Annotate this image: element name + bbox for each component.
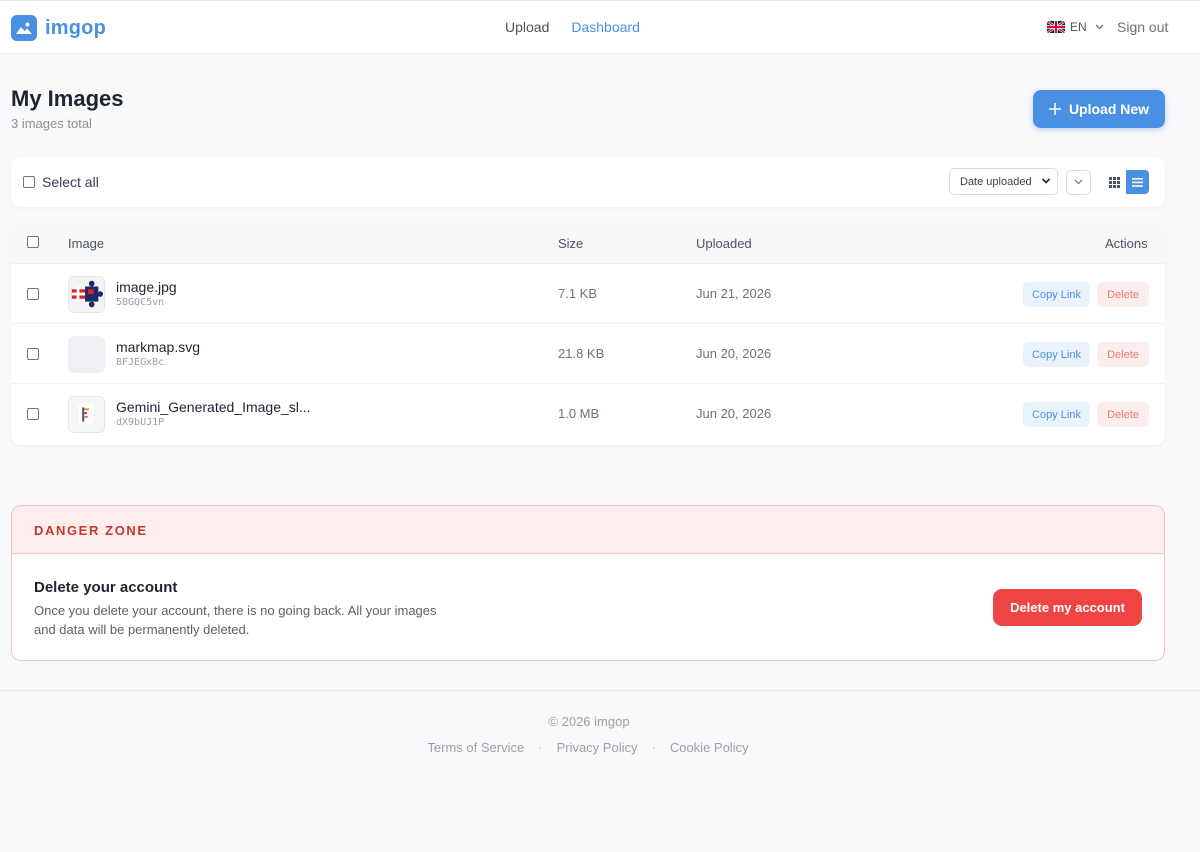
file-name: Gemini_Generated_Image_sl... bbox=[116, 399, 311, 415]
separator: · bbox=[651, 740, 656, 755]
grid-icon bbox=[1109, 176, 1120, 188]
copyright: © 2026 imgop bbox=[548, 714, 630, 729]
table-header: Image Size Uploaded Actions bbox=[11, 222, 1165, 264]
list-icon bbox=[1132, 177, 1143, 187]
select-all-label: Select all bbox=[42, 174, 99, 190]
delete-account-heading: Delete your account bbox=[34, 579, 178, 596]
privacy-link[interactable]: Privacy Policy bbox=[557, 740, 638, 755]
file-size: 1.0 MB bbox=[558, 406, 600, 421]
chevron-down-icon bbox=[1074, 177, 1083, 188]
upload-date: Jun 21, 2026 bbox=[696, 286, 772, 301]
column-image: Image bbox=[68, 236, 105, 251]
language-selector[interactable]: EN bbox=[1047, 20, 1104, 34]
language-code: EN bbox=[1070, 20, 1087, 34]
page-title: My Images bbox=[11, 86, 124, 111]
delete-button[interactable]: Delete bbox=[1097, 402, 1149, 427]
chevron-down-icon bbox=[1041, 175, 1051, 190]
main-nav: Upload Dashboard bbox=[505, 19, 640, 35]
delete-account-description: Once you delete your account, there is n… bbox=[34, 603, 437, 637]
danger-zone-header: DANGER ZONE bbox=[12, 506, 1164, 554]
images-table: Image Size Uploaded Actions image.jpg 5B… bbox=[11, 222, 1165, 445]
sort-select[interactable]: Date uploaded bbox=[949, 168, 1058, 195]
separator: · bbox=[538, 740, 543, 755]
file-name: image.jpg bbox=[116, 279, 177, 295]
file-id: dX9bUJ1P bbox=[116, 417, 165, 428]
upload-date: Jun 20, 2026 bbox=[696, 406, 772, 421]
copy-link-button[interactable]: Copy Link bbox=[1023, 402, 1090, 427]
table-row: image.jpg 5BGQC5vn 7.1 KB Jun 21, 2026 C… bbox=[11, 264, 1165, 324]
sort-direction-button[interactable] bbox=[1066, 170, 1091, 195]
logo-text: imgop bbox=[45, 16, 106, 39]
file-id: 5BGQC5vn bbox=[116, 297, 165, 308]
delete-account-button[interactable]: Delete my account bbox=[993, 589, 1142, 626]
file-id: BFJEGxBc bbox=[116, 357, 165, 368]
footer-links: Terms of Service · Privacy Policy · Cook… bbox=[0, 740, 1176, 755]
image-count: 3 images total bbox=[11, 116, 92, 131]
row-checkbox[interactable] bbox=[27, 348, 39, 360]
signout-link[interactable]: Sign out bbox=[1117, 19, 1168, 35]
uk-flag-icon bbox=[1047, 21, 1065, 33]
chevron-down-icon bbox=[1095, 22, 1104, 33]
image-icon bbox=[11, 15, 37, 41]
list-view-button[interactable] bbox=[1126, 170, 1149, 194]
copy-link-button[interactable]: Copy Link bbox=[1023, 342, 1090, 367]
image-thumbnail[interactable] bbox=[68, 336, 105, 373]
logo[interactable]: imgop bbox=[11, 15, 106, 41]
table-row: Gemini_Generated_Image_sl... dX9bUJ1P 1.… bbox=[11, 384, 1165, 444]
puzzle-image-icon bbox=[69, 277, 104, 312]
upload-date: Jun 20, 2026 bbox=[696, 346, 772, 361]
select-all-checkbox[interactable] bbox=[23, 176, 35, 188]
top-navbar: imgop Upload Dashboard EN Sign out bbox=[0, 0, 1200, 54]
header-checkbox[interactable] bbox=[27, 236, 39, 248]
grid-view-button[interactable] bbox=[1103, 170, 1126, 194]
column-actions: Actions bbox=[1105, 236, 1148, 251]
view-toggle bbox=[1103, 170, 1149, 194]
select-all[interactable]: Select all bbox=[23, 174, 99, 190]
nav-upload[interactable]: Upload bbox=[505, 19, 549, 35]
delete-button[interactable]: Delete bbox=[1097, 342, 1149, 367]
image-thumbnail[interactable] bbox=[68, 396, 105, 433]
row-checkbox[interactable] bbox=[27, 288, 39, 300]
file-size: 21.8 KB bbox=[558, 346, 605, 361]
diagram-image-icon bbox=[69, 397, 104, 432]
danger-zone: DANGER ZONE Delete your account Once you… bbox=[11, 505, 1165, 661]
upload-new-button[interactable]: Upload New bbox=[1033, 90, 1165, 128]
image-thumbnail[interactable] bbox=[68, 276, 105, 313]
column-uploaded: Uploaded bbox=[696, 236, 752, 251]
footer-divider bbox=[0, 690, 1200, 691]
file-size: 7.1 KB bbox=[558, 286, 598, 301]
row-checkbox[interactable] bbox=[27, 408, 39, 420]
file-name: markmap.svg bbox=[116, 339, 201, 355]
sort-select-value: Date uploaded bbox=[960, 175, 1032, 188]
copy-link-button[interactable]: Copy Link bbox=[1023, 282, 1090, 307]
delete-button[interactable]: Delete bbox=[1097, 282, 1149, 307]
cookie-link[interactable]: Cookie Policy bbox=[670, 740, 749, 755]
nav-dashboard[interactable]: Dashboard bbox=[571, 19, 640, 35]
table-row: markmap.svg BFJEGxBc 21.8 KB Jun 20, 202… bbox=[11, 324, 1165, 384]
terms-link[interactable]: Terms of Service bbox=[427, 740, 524, 755]
column-size: Size bbox=[558, 236, 584, 251]
danger-zone-title: DANGER ZONE bbox=[34, 523, 148, 538]
list-toolbar: Select all Date uploaded bbox=[11, 157, 1165, 207]
upload-new-label: Upload New bbox=[1068, 101, 1150, 117]
plus-icon bbox=[1048, 100, 1061, 118]
